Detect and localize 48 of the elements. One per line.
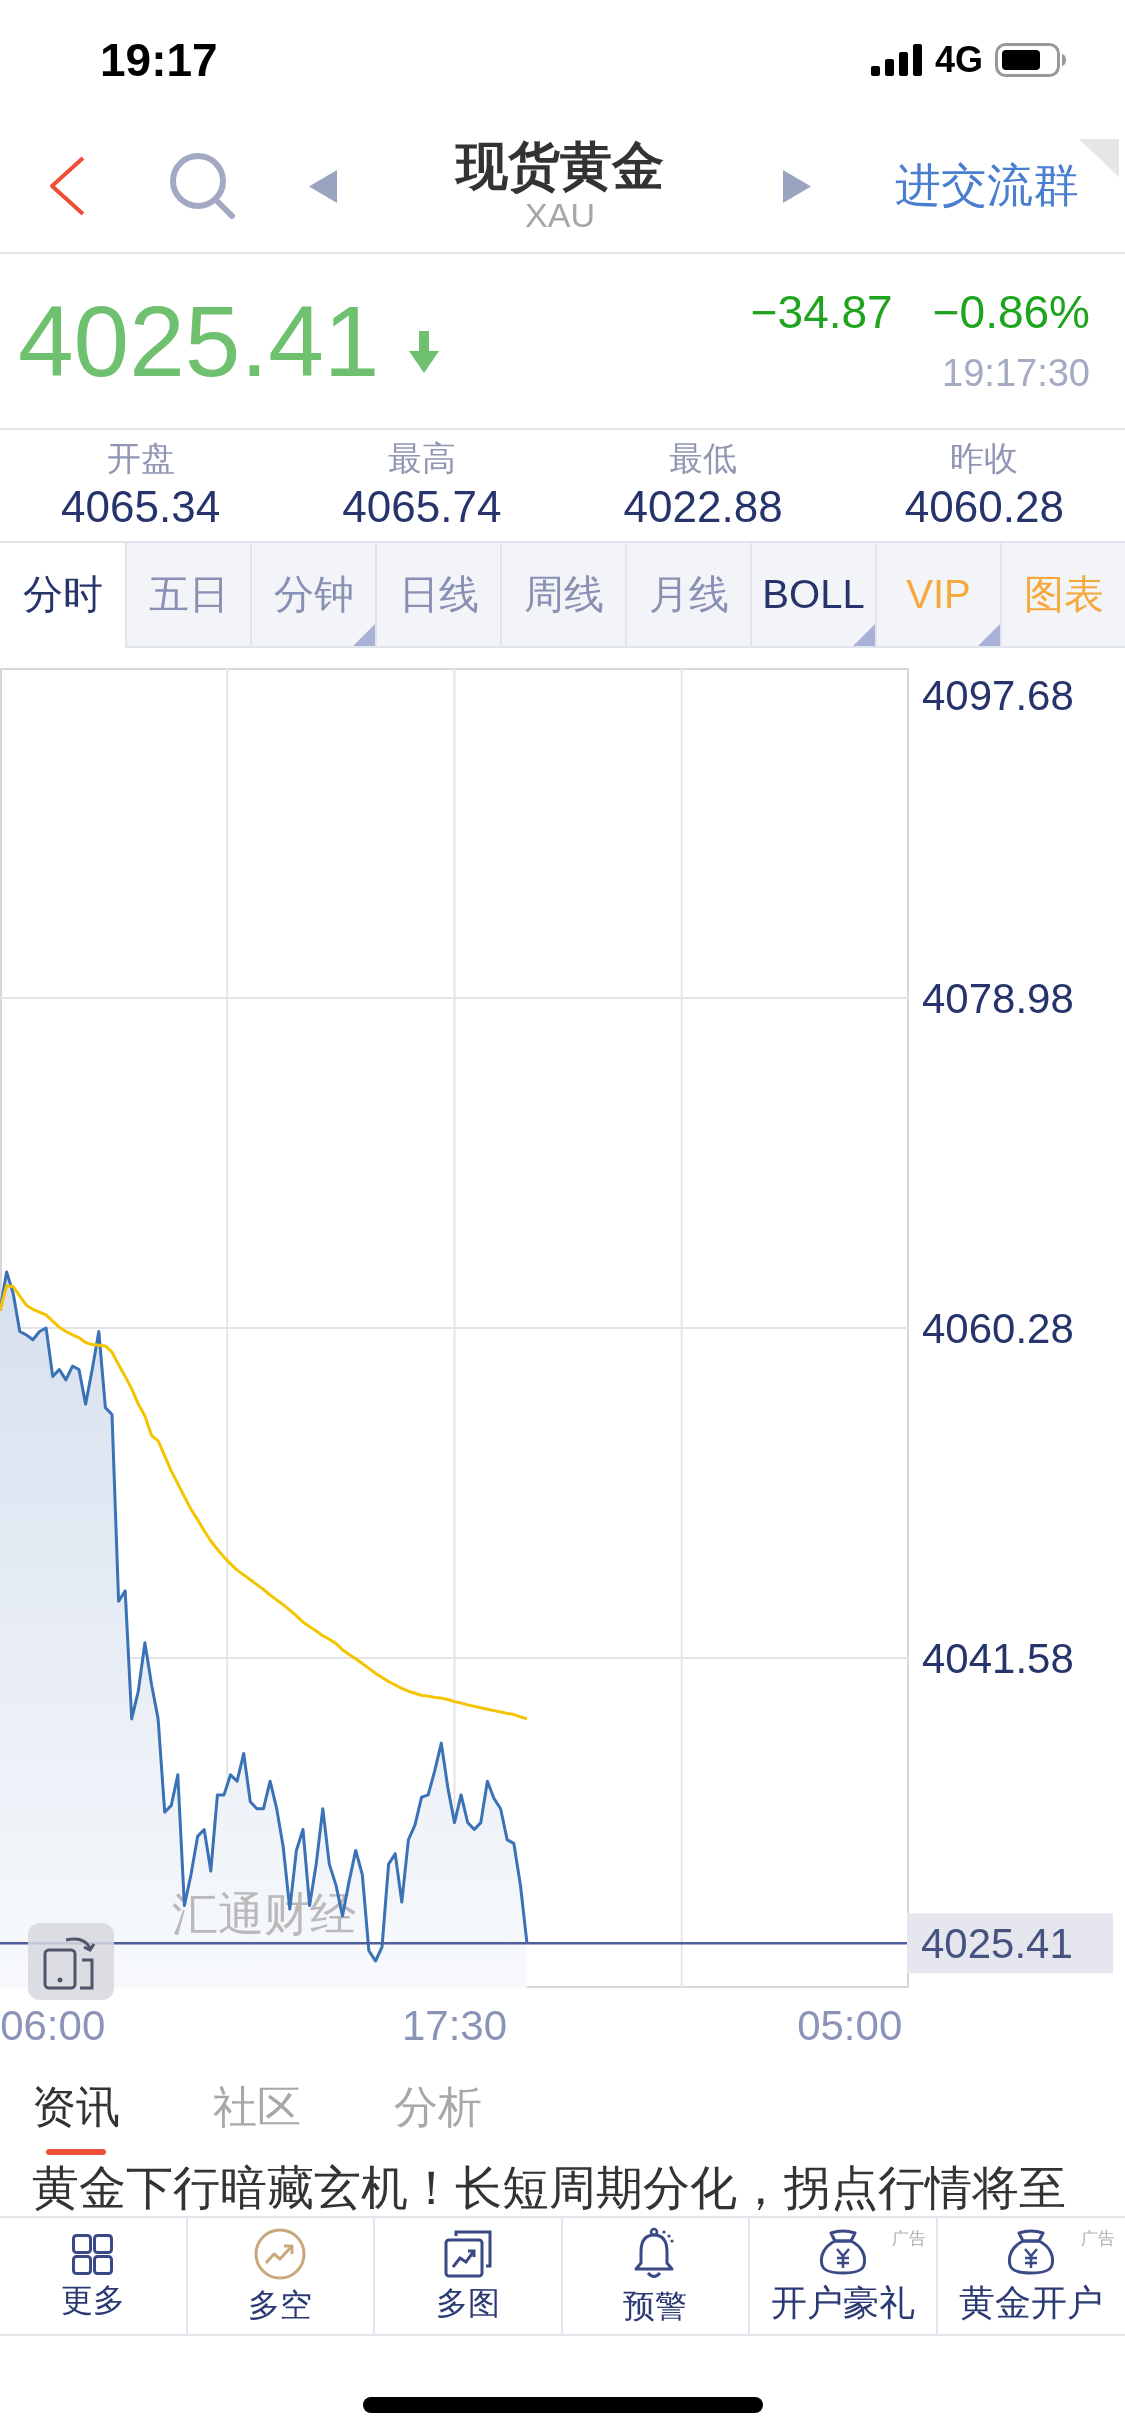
y-axis-label: 4097.68 — [922, 672, 1074, 719]
ad-label: 广告 — [1081, 2228, 1115, 2250]
search-icon — [169, 152, 236, 220]
next-button[interactable] — [783, 169, 811, 203]
chart-windows-icon — [443, 2230, 492, 2279]
stat-value: 4065.34 — [61, 483, 221, 532]
back-button[interactable] — [48, 156, 86, 216]
stat-label: 最低 — [669, 439, 738, 477]
x-axis-label: 17:30 — [401, 2002, 508, 2049]
stat-value: 4060.28 — [904, 483, 1064, 532]
percent-change: −0.86% — [932, 286, 1090, 338]
stat-value: 4065.74 — [342, 483, 502, 532]
y-axis-label: 4060.28 — [922, 1305, 1074, 1352]
chart-tab[interactable]: BOLL — [750, 543, 875, 648]
triangle-right-icon — [783, 169, 811, 203]
join-group-link[interactable]: 进交流群 — [895, 155, 1079, 217]
stat-label: 昨收 — [950, 439, 1019, 477]
current-price-tag: 4025.41 — [907, 1913, 1113, 1974]
y-axis-label: 4041.58 — [922, 1635, 1074, 1682]
money-bag-icon — [1006, 2229, 1057, 2276]
stat-label: 开盘 — [106, 439, 175, 477]
money-bag-icon — [817, 2229, 868, 2276]
status-time: 19:17 — [100, 33, 218, 87]
rotate-screen-button[interactable] — [28, 1923, 114, 2000]
network-label: 4G — [934, 39, 983, 81]
current-price: 4025.41 — [18, 291, 380, 391]
signal-icon — [870, 44, 923, 76]
news-headline[interactable]: 黄金下行暗藏玄机！长短周期分化，拐点行情将至 — [0, 2160, 1125, 2216]
search-button[interactable] — [169, 152, 236, 220]
trend-circle-icon — [254, 2228, 307, 2281]
triangle-left-icon — [309, 169, 337, 203]
battery-icon — [995, 43, 1067, 77]
chevron-left-icon — [48, 156, 86, 216]
page-title: 现货黄金 — [456, 137, 664, 198]
previous-button[interactable] — [309, 169, 337, 203]
x-axis-label: 05:00 — [797, 2002, 903, 2049]
ad-label: 广告 — [891, 2228, 926, 2250]
grid-icon — [72, 2233, 114, 2275]
ref-line-label: 4025.41 — [921, 1920, 1073, 1968]
price-change: −34.87 — [750, 286, 893, 338]
symbol-code: XAU — [525, 197, 595, 235]
y-axis-label: 4078.98 — [922, 975, 1074, 1022]
x-axis-label: 06:00 — [0, 2002, 106, 2049]
content-tab[interactable]: 资讯 — [32, 2082, 120, 2155]
quote-time: 19:17:30 — [942, 353, 1090, 396]
stat-label: 最高 — [387, 439, 456, 477]
ad-corner-icon — [1079, 139, 1119, 177]
stat-value: 4022.88 — [623, 483, 783, 532]
